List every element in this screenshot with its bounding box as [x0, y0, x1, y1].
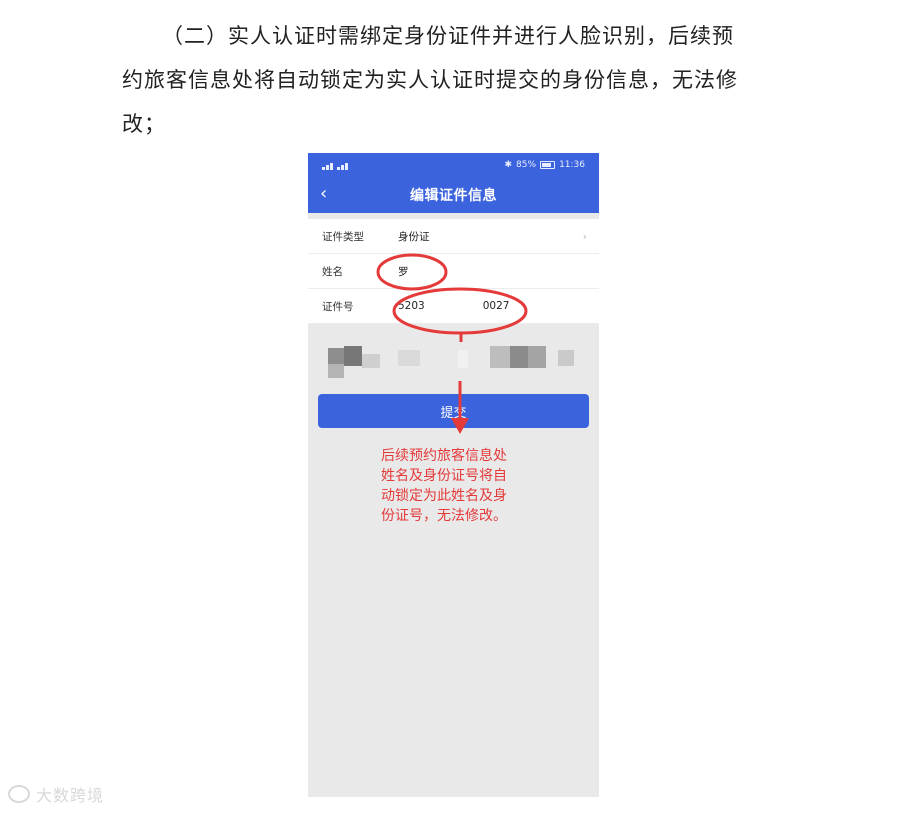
blur-block: [458, 350, 468, 368]
annotation-line-2: 姓名及身份证号将自: [381, 468, 507, 484]
id-number-label: 证件号: [322, 300, 354, 313]
signal-indicators: [322, 160, 349, 170]
id-type-value: 身份证: [398, 230, 430, 243]
annotation-line-1: 后续预约旅客信息处: [381, 448, 507, 464]
id-number-value: 5203 0027: [398, 300, 509, 312]
paragraph-line-1: （二）实人认证时需绑定身份证件并进行人脸识别，后续预: [162, 24, 734, 48]
instruction-paragraph: （二）实人认证时需绑定身份证件并进行人脸识别，后续预 约旅客信息处将自动锁定为实…: [122, 14, 790, 146]
blur-block: [398, 350, 420, 366]
annotation-line-3: 动锁定为此姓名及身: [381, 488, 507, 504]
form-row-name[interactable]: 姓名 罗: [308, 254, 599, 289]
blur-block: [528, 346, 546, 368]
watermark: 大数跨境: [8, 782, 104, 806]
annotation-text: 后续预约旅客信息处 姓名及身份证号将自 动锁定为此姓名及身 份证号，无法修改。: [381, 446, 561, 526]
paragraph-line-3: 改；: [122, 112, 166, 136]
chevron-left-icon[interactable]: ‹: [320, 185, 327, 203]
id-type-label: 证件类型: [322, 230, 364, 243]
id-number-mask: [424, 300, 483, 312]
watermark-logo-icon: [8, 785, 30, 803]
id-number-end: 0027: [482, 300, 510, 312]
name-value: 罗: [398, 265, 409, 278]
blurred-agreement-area: [308, 324, 599, 392]
page: （二）实人认证时需绑定身份证件并进行人脸识别，后续预 约旅客信息处将自动锁定为实…: [0, 0, 900, 813]
watermark-text: 大数跨境: [36, 786, 105, 805]
status-time: 11:36: [559, 160, 585, 170]
form-row-id-type[interactable]: 证件类型 身份证 ›: [308, 219, 599, 254]
battery-percent: 85%: [516, 160, 537, 170]
blur-block: [490, 346, 510, 368]
chevron-right-icon: ›: [582, 229, 587, 243]
signal-icon-2: [337, 160, 349, 170]
blur-block: [558, 350, 574, 366]
blur-block: [362, 354, 380, 368]
phone-screenshot: ✱ 85% 11:36 ‹ 编辑证件信息 证件类型 身份证 › 姓名 罗 证件号: [308, 153, 599, 797]
battery-icon: [540, 161, 556, 169]
submit-button[interactable]: 提交: [318, 394, 589, 428]
status-bar: ✱ 85% 11:36: [308, 153, 599, 177]
nav-bar: ‹ 编辑证件信息: [308, 177, 599, 213]
paragraph-line-2: 约旅客信息处将自动锁定为实人认证时提交的身份信息，无法修: [122, 68, 738, 92]
blur-block: [328, 364, 344, 378]
annotation-line-4: 份证号，无法修改。: [381, 508, 507, 524]
blur-block: [510, 346, 528, 368]
form-row-id-number[interactable]: 证件号 5203 0027: [308, 289, 599, 324]
id-number-start: 5203: [398, 300, 425, 312]
nav-title: 编辑证件信息: [410, 188, 497, 204]
blur-block: [344, 346, 362, 366]
bluetooth-icon: ✱: [504, 160, 513, 170]
signal-icon: [322, 160, 334, 170]
id-form: 证件类型 身份证 › 姓名 罗 证件号 5203 0027: [308, 219, 599, 324]
status-right: ✱ 85% 11:36: [505, 160, 586, 170]
name-label: 姓名: [322, 265, 343, 278]
